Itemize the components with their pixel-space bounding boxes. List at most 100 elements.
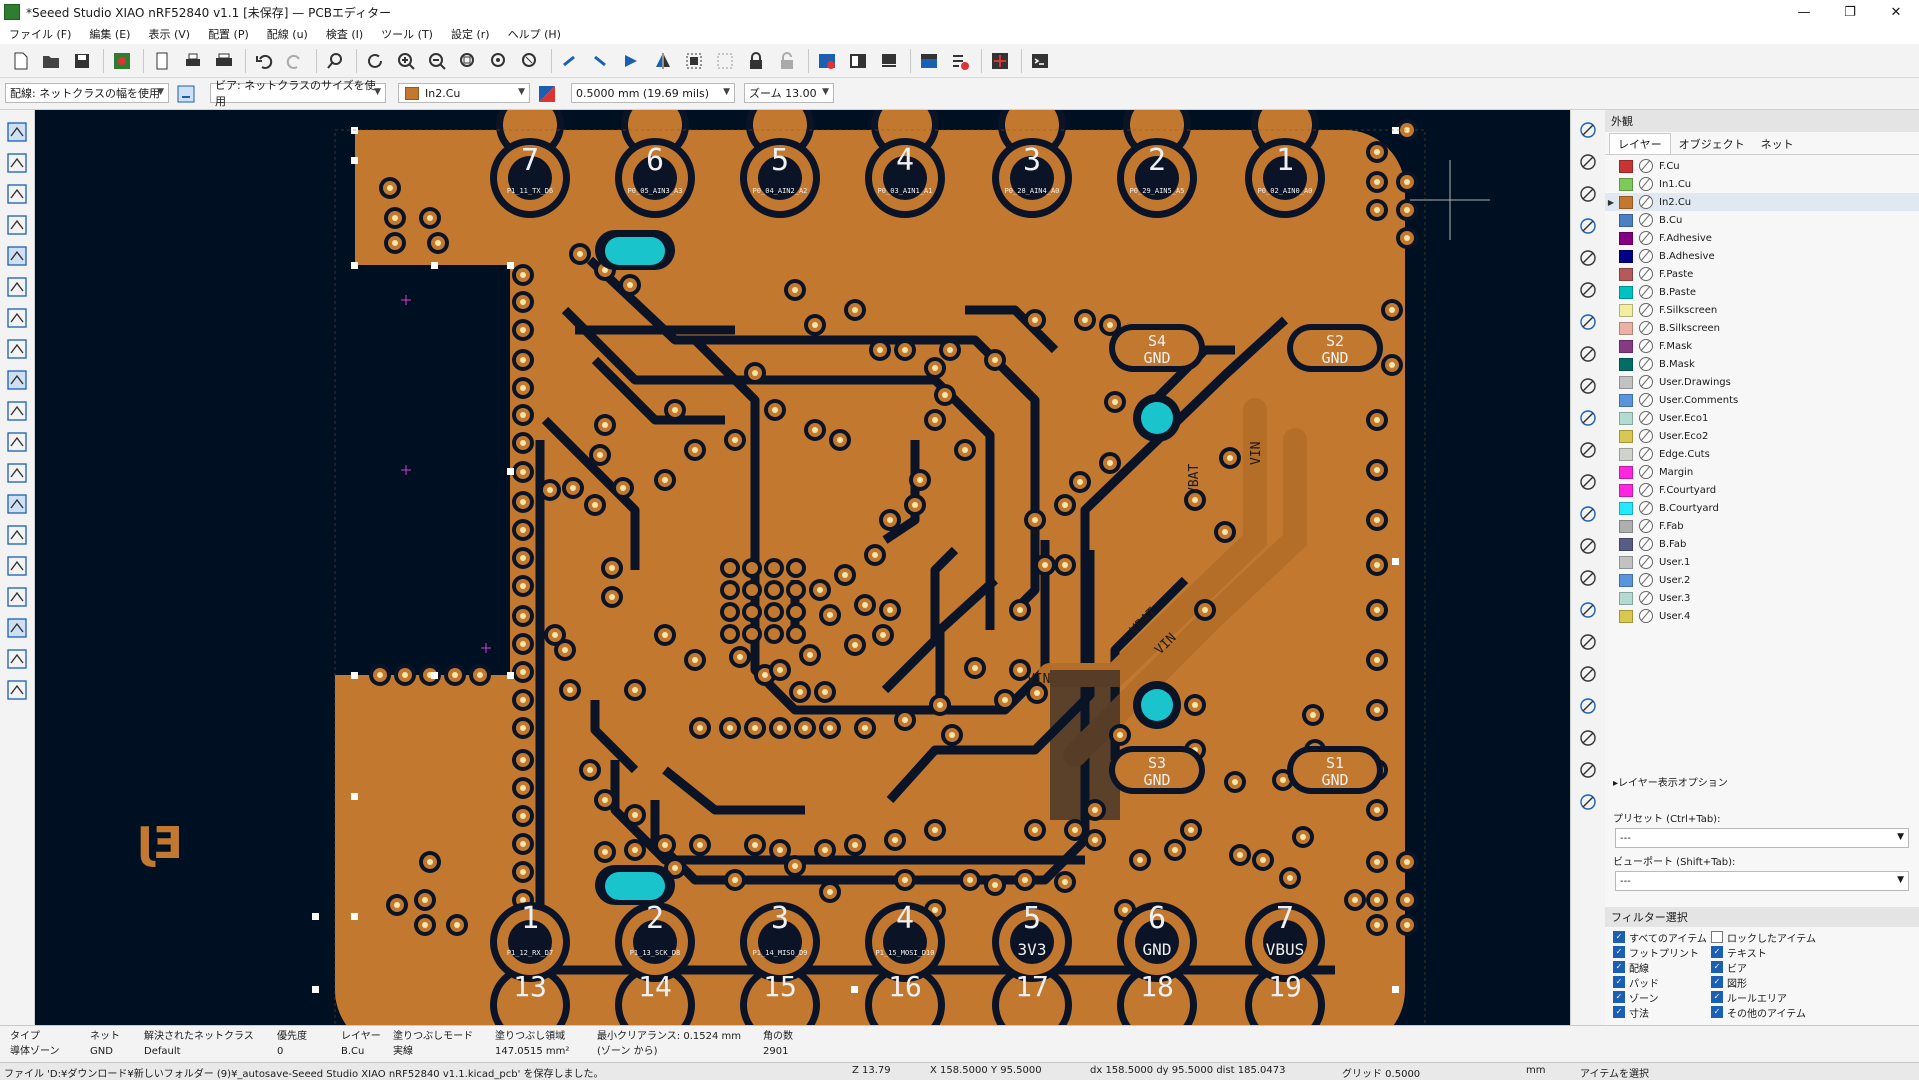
visibility-toggle-icon[interactable] xyxy=(1639,213,1653,227)
layer-color-swatch[interactable] xyxy=(1619,447,1633,461)
menu-route[interactable]: 配線 (u) xyxy=(258,26,317,42)
add-zone-icon[interactable] xyxy=(1574,340,1602,368)
visibility-toggle-icon[interactable] xyxy=(1639,393,1653,407)
grid-origin-icon[interactable] xyxy=(1574,756,1602,784)
visibility-toggle-icon[interactable] xyxy=(1639,303,1653,317)
measure-icon[interactable] xyxy=(1574,788,1602,816)
layer-row[interactable]: User.4 xyxy=(1605,607,1919,625)
layer-row[interactable]: F.Cu xyxy=(1605,157,1919,175)
layer-select[interactable]: In2.Cu ▼ xyxy=(398,83,530,103)
layer-row[interactable]: User.3 xyxy=(1605,589,1919,607)
rotate-cw-icon[interactable] xyxy=(587,47,615,75)
units-mm-icon[interactable] xyxy=(3,273,31,301)
layer-row[interactable]: User.Drawings xyxy=(1605,373,1919,391)
plot-icon[interactable] xyxy=(210,47,238,75)
edge-pad[interactable]: 7 VBUS 19 xyxy=(1245,901,1325,1025)
side-pad[interactable]: S3GND xyxy=(1109,746,1205,794)
visibility-toggle-icon[interactable] xyxy=(1639,465,1653,479)
layer-color-swatch[interactable] xyxy=(1619,195,1633,209)
units-inch-icon[interactable] xyxy=(3,211,31,239)
close-button[interactable]: ✕ xyxy=(1873,0,1919,24)
draw-line-icon[interactable] xyxy=(1574,372,1602,400)
layer-color-swatch[interactable] xyxy=(1619,465,1633,479)
menu-view[interactable]: 表示 (V) xyxy=(139,26,199,42)
undo-icon[interactable] xyxy=(250,47,278,75)
zoom-in-icon[interactable] xyxy=(392,47,420,75)
layer-row[interactable]: User.Eco1 xyxy=(1605,409,1919,427)
add-image-icon[interactable] xyxy=(1574,564,1602,592)
layer-row[interactable]: F.Fab xyxy=(1605,517,1919,535)
layer-color-swatch[interactable] xyxy=(1619,573,1633,587)
checkbox[interactable]: ✓ xyxy=(1711,1006,1723,1018)
appearance-icon[interactable] xyxy=(3,645,31,673)
layer-row[interactable]: F.Courtyard xyxy=(1605,481,1919,499)
grid-overlay-icon[interactable] xyxy=(3,149,31,177)
layer-color-swatch[interactable] xyxy=(1619,483,1633,497)
track-width-select[interactable]: 配線: ネットクラスの幅を使用 ▼ xyxy=(5,83,169,103)
visibility-toggle-icon[interactable] xyxy=(1639,159,1653,173)
layer-row[interactable]: F.Mask xyxy=(1605,337,1919,355)
menu-file[interactable]: ファイル (F) xyxy=(0,26,80,42)
add-via-icon[interactable] xyxy=(1574,276,1602,304)
visibility-toggle-icon[interactable] xyxy=(1639,177,1653,191)
checkbox[interactable]: ✓ xyxy=(1711,931,1723,943)
zoom-objects-icon[interactable] xyxy=(485,47,513,75)
edge-pad[interactable]: 3 P1_14_MISO_D9 15 xyxy=(740,901,820,1025)
side-pad[interactable]: S4GND xyxy=(1109,324,1205,372)
draw-arc-icon[interactable] xyxy=(1574,404,1602,432)
visibility-toggle-icon[interactable] xyxy=(1639,249,1653,263)
via-size-select[interactable]: ビア: ネットクラスのサイズを使用 ▼ xyxy=(210,79,386,108)
minimize-button[interactable]: — xyxy=(1781,0,1827,24)
checkbox[interactable]: ✓ xyxy=(1613,991,1625,1003)
layer-row[interactable]: B.Fab xyxy=(1605,535,1919,553)
visibility-toggle-icon[interactable] xyxy=(1639,267,1653,281)
units-mil-icon[interactable] xyxy=(3,242,31,270)
edge-pad[interactable]: 7 P1_11_TX_D6 xyxy=(490,110,570,218)
viewport-select[interactable]: --- ▼ xyxy=(1615,871,1909,891)
zoom-select[interactable]: ズーム 13.00 ▼ xyxy=(744,83,834,103)
checkbox[interactable]: ✓ xyxy=(1711,991,1723,1003)
layer-row[interactable]: User.Comments xyxy=(1605,391,1919,409)
visibility-toggle-icon[interactable] xyxy=(1639,573,1653,587)
track-outline-icon[interactable] xyxy=(3,428,31,456)
route-track-icon[interactable] xyxy=(1574,212,1602,240)
layer-color-swatch[interactable] xyxy=(1619,231,1633,245)
group-icon[interactable] xyxy=(680,47,708,75)
visibility-toggle-icon[interactable] xyxy=(1639,411,1653,425)
filter-item[interactable]: ✓ 配線 xyxy=(1613,960,1711,975)
layer-row[interactable]: Margin xyxy=(1605,463,1919,481)
layer-color-swatch[interactable] xyxy=(1619,411,1633,425)
tab-nets[interactable]: ネット xyxy=(1753,134,1802,154)
maximize-button[interactable]: ❐ xyxy=(1827,0,1873,24)
checkbox[interactable]: ✓ xyxy=(1711,946,1723,958)
edge-pad[interactable]: 1 P1_12_RX_D7 13 xyxy=(490,901,570,1025)
layer-row[interactable]: B.Mask xyxy=(1605,355,1919,373)
layer-row[interactable]: F.Adhesive xyxy=(1605,229,1919,247)
visibility-toggle-icon[interactable] xyxy=(1639,609,1653,623)
layer-row[interactable]: User.Eco2 xyxy=(1605,427,1919,445)
layer-row[interactable]: B.Courtyard xyxy=(1605,499,1919,517)
zoom-fit-icon[interactable] xyxy=(454,47,482,75)
board-setup-icon[interactable] xyxy=(108,47,136,75)
select-icon[interactable] xyxy=(1574,116,1602,144)
grid-select[interactable]: 0.5000 mm (19.69 mils) ▼ xyxy=(571,83,735,103)
layer-color-swatch[interactable] xyxy=(1619,357,1633,371)
layer-row[interactable]: Edge.Cuts xyxy=(1605,445,1919,463)
edge-pad[interactable]: 2 P1_13_SCK_D8 14 xyxy=(615,901,695,1025)
edge-pad[interactable]: 5 3V3 17 xyxy=(992,901,1072,1025)
layer-color-swatch[interactable] xyxy=(1619,591,1633,605)
mirror-icon[interactable] xyxy=(649,47,677,75)
draw-polygon-icon[interactable] xyxy=(1574,500,1602,528)
menu-place[interactable]: 配置 (P) xyxy=(199,26,258,42)
polar-coords-icon[interactable] xyxy=(3,180,31,208)
rotate-ccw-icon[interactable] xyxy=(556,47,584,75)
checkbox[interactable]: ✓ xyxy=(1711,976,1723,988)
visibility-toggle-icon[interactable] xyxy=(1639,321,1653,335)
zoom-out-icon[interactable] xyxy=(423,47,451,75)
layer-pair-icon[interactable] xyxy=(534,82,560,106)
grid-dots-icon[interactable] xyxy=(3,118,31,146)
menu-preferences[interactable]: 設定 (r) xyxy=(442,26,499,42)
filter-item[interactable]: ✓ ビア xyxy=(1711,960,1861,975)
zone-fill-icon[interactable] xyxy=(3,490,31,518)
layer-row[interactable]: User.2 xyxy=(1605,571,1919,589)
